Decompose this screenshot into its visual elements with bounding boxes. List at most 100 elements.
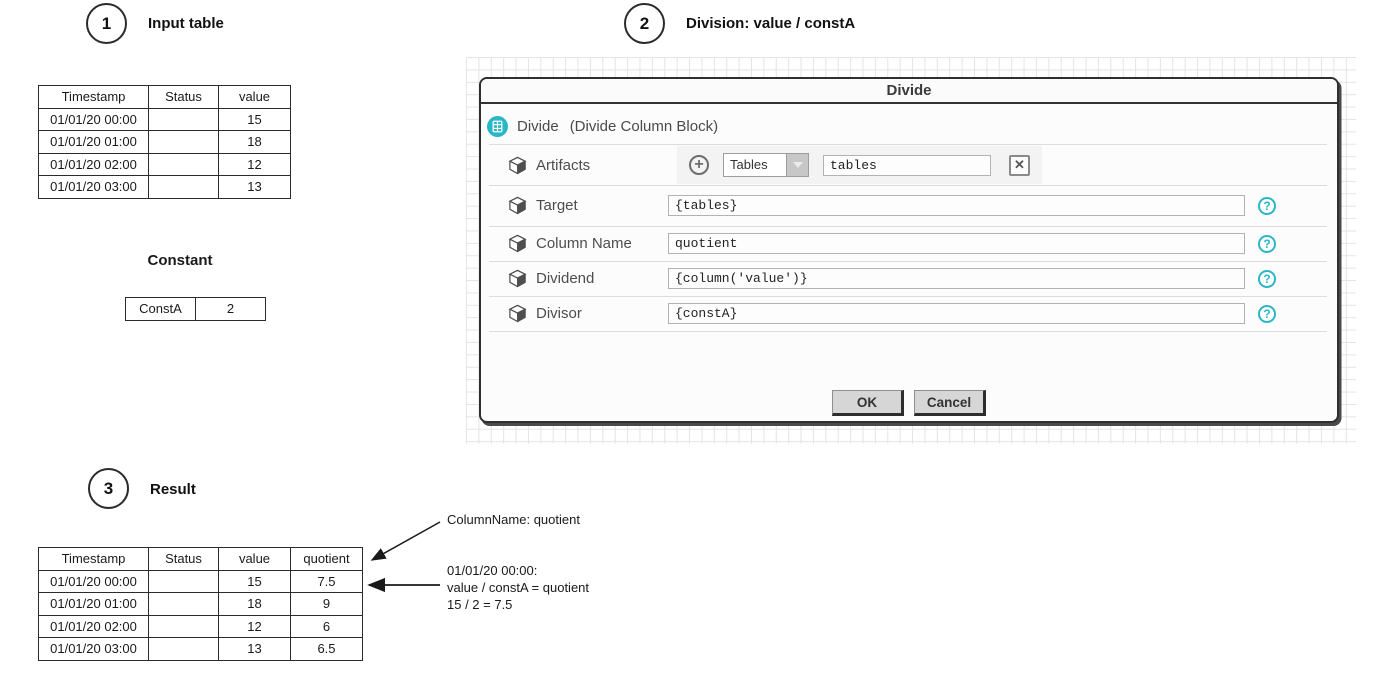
constant-value-cell: 2	[196, 298, 266, 321]
target-label: Target	[536, 197, 578, 214]
cell: 15	[219, 570, 291, 593]
divisor-input[interactable]	[668, 303, 1245, 324]
block-cube-icon	[508, 156, 527, 175]
help-icon[interactable]: ?	[1258, 305, 1276, 323]
dividend-input[interactable]	[668, 268, 1245, 289]
cell	[149, 176, 219, 199]
column-header: value	[219, 548, 291, 571]
artifacts-label-group: Artifacts	[508, 156, 668, 175]
cell: 01/01/20 03:00	[39, 176, 149, 199]
step-2-circle: 2	[624, 3, 665, 44]
annotation-line: 15 / 2 = 7.5	[447, 596, 589, 613]
table-header-row: Timestamp Status value quotient	[39, 548, 363, 571]
artifact-panel: + Tables ✕	[677, 146, 1042, 184]
step-3-number: 3	[104, 479, 113, 499]
cell: 6.5	[291, 638, 363, 661]
column-name-row: Column Name ?	[508, 227, 1276, 260]
page: 1 Input table Timestamp Status value 01/…	[0, 0, 1376, 691]
divide-dialog: Divide Divide (Divide Column Block)	[479, 77, 1339, 423]
step-1-circle: 1	[86, 3, 127, 44]
table-row: 01/01/20 03:00 13	[39, 176, 291, 199]
step-1-label: Input table	[148, 15, 224, 32]
cell: 18	[219, 593, 291, 616]
cell	[149, 570, 219, 593]
input-table: Timestamp Status value 01/01/20 00:00 15…	[38, 85, 291, 199]
cell: 9	[291, 593, 363, 616]
column-header: value	[219, 86, 291, 109]
table-row: 01/01/20 01:00 18 9	[39, 593, 363, 616]
cell: 18	[219, 131, 291, 154]
block-name: Divide	[517, 118, 559, 135]
cell: 15	[219, 108, 291, 131]
block-cube-icon	[508, 196, 527, 215]
column-header: Timestamp	[39, 86, 149, 109]
cell: 01/01/20 02:00	[39, 615, 149, 638]
help-icon[interactable]: ?	[1258, 235, 1276, 253]
annotation-arrows	[360, 505, 450, 605]
help-icon[interactable]: ?	[1258, 270, 1276, 288]
table-row: 01/01/20 00:00 15	[39, 108, 291, 131]
cell	[149, 615, 219, 638]
table-header-row: Timestamp Status value	[39, 86, 291, 109]
step-1-number: 1	[102, 14, 111, 34]
table-row: ConstA 2	[126, 298, 266, 321]
cell: 13	[219, 638, 291, 661]
cell	[149, 131, 219, 154]
add-artifact-icon[interactable]: +	[689, 155, 709, 175]
annotation-calculation: 01/01/20 00:00: value / constA = quotien…	[447, 562, 589, 613]
help-icon[interactable]: ?	[1258, 197, 1276, 215]
cell	[149, 153, 219, 176]
chevron-down-icon[interactable]	[786, 154, 808, 176]
constant-title: Constant	[125, 252, 235, 269]
cell	[149, 638, 219, 661]
artifact-type-dropdown[interactable]: Tables	[723, 153, 809, 177]
target-row: Target ?	[508, 186, 1276, 225]
column-header: quotient	[291, 548, 363, 571]
artifact-name-input[interactable]	[823, 155, 991, 176]
target-label-group: Target	[508, 196, 668, 215]
block-cube-icon	[508, 304, 527, 323]
dialog-titlebar[interactable]: Divide	[481, 79, 1337, 104]
result-table: Timestamp Status value quotient 01/01/20…	[38, 547, 363, 661]
cell: 01/01/20 01:00	[39, 593, 149, 616]
dialog-title: Divide	[886, 82, 931, 99]
ok-button[interactable]: OK	[832, 390, 904, 416]
step-3-circle: 3	[88, 468, 129, 509]
dividend-label: Dividend	[536, 270, 594, 287]
target-input[interactable]	[668, 195, 1245, 216]
column-header: Timestamp	[39, 548, 149, 571]
annotation-line: 01/01/20 00:00:	[447, 562, 589, 579]
cancel-button[interactable]: Cancel	[914, 390, 986, 416]
column-name-input[interactable]	[668, 233, 1245, 254]
constant-name-cell: ConstA	[126, 298, 196, 321]
step-3-label: Result	[150, 481, 196, 498]
cell: 13	[219, 176, 291, 199]
dividend-row: Dividend ?	[508, 262, 1276, 295]
block-type: (Divide Column Block)	[570, 118, 718, 135]
divider	[489, 331, 1327, 332]
cell	[149, 108, 219, 131]
divisor-label: Divisor	[536, 305, 582, 322]
artifact-type-selected: Tables	[724, 154, 786, 176]
column-name-label-group: Column Name	[508, 234, 668, 253]
cell: 6	[291, 615, 363, 638]
cell: 01/01/20 00:00	[39, 108, 149, 131]
cell: 01/01/20 02:00	[39, 153, 149, 176]
cell: 7.5	[291, 570, 363, 593]
cell: 01/01/20 03:00	[39, 638, 149, 661]
dividend-label-group: Dividend	[508, 269, 668, 288]
block-header: Divide (Divide Column Block)	[487, 116, 718, 137]
cell: 01/01/20 01:00	[39, 131, 149, 154]
divisor-label-group: Divisor	[508, 304, 668, 323]
dialog-buttons: OK Cancel	[481, 390, 1337, 416]
block-cube-icon	[508, 234, 527, 253]
artifacts-row: Artifacts + Tables ✕	[508, 145, 1042, 185]
cell	[149, 593, 219, 616]
table-row: 01/01/20 00:00 15 7.5	[39, 570, 363, 593]
annotation-line: value / constA = quotient	[447, 579, 589, 596]
column-header: Status	[149, 548, 219, 571]
block-cube-icon	[508, 269, 527, 288]
cell: 12	[219, 615, 291, 638]
remove-artifact-icon[interactable]: ✕	[1009, 155, 1030, 176]
annotation-column-name: ColumnName: quotient	[447, 512, 580, 527]
